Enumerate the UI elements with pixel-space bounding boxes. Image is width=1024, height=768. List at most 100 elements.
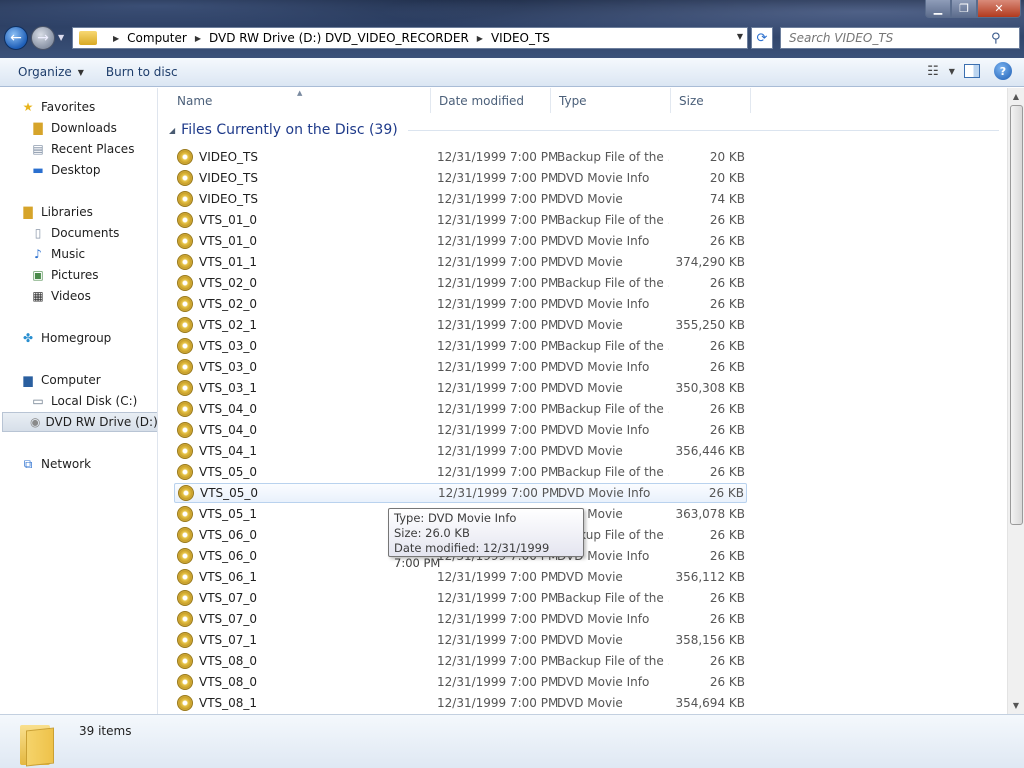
table-row[interactable]: VTS_02_1 12/31/1999 7:00 PM DVD Movie 355,2… xyxy=(174,315,747,335)
file-type: DVD Movie Info xyxy=(557,612,650,626)
nav-music[interactable]: ♪ Music xyxy=(30,244,157,264)
table-row[interactable]: VTS_03_0 12/31/1999 7:00 PM DVD Movie Info… xyxy=(174,357,747,377)
scroll-up-icon[interactable]: ▲ xyxy=(1008,88,1024,105)
address-dropdown-icon[interactable]: ▼ xyxy=(737,32,743,41)
hard-disk-icon: ▭ xyxy=(32,394,44,408)
downloads-folder-icon: ▇ xyxy=(33,121,43,135)
breadcrumb-chevron-icon[interactable]: ▶ xyxy=(113,34,119,43)
nav-label: Computer xyxy=(41,373,101,387)
nav-videos[interactable]: ▦ Videos xyxy=(30,286,157,306)
nav-pictures[interactable]: ▣ Pictures xyxy=(30,265,157,285)
table-row[interactable]: VIDEO_TS 12/31/1999 7:00 PM DVD Movie Info… xyxy=(174,168,747,188)
breadcrumb-computer[interactable]: Computer xyxy=(127,31,187,45)
nav-computer[interactable]: ▆ Computer xyxy=(20,370,157,390)
burn-to-disc-button[interactable]: Burn to disc xyxy=(97,65,187,79)
dvd-file-icon xyxy=(177,338,193,354)
dvd-file-icon xyxy=(177,233,193,249)
table-row[interactable]: VTS_03_1 12/31/1999 7:00 PM DVD Movie 350,3… xyxy=(174,378,747,398)
collapse-group-icon[interactable]: ◢ xyxy=(169,126,175,135)
nav-local-disk[interactable]: ▭ Local Disk (C:) xyxy=(30,391,157,411)
table-row[interactable]: VTS_01_0 12/31/1999 7:00 PM Backup File of… xyxy=(174,210,747,230)
address-bar[interactable]: ▶ Computer ▶ DVD RW Drive (D:) DVD_VIDEO… xyxy=(72,27,748,49)
file-group-header[interactable]: ◢ Files Currently on the Disc (39) xyxy=(169,122,999,138)
file-name: VIDEO_TS xyxy=(199,150,258,164)
close-button[interactable]: ✕ xyxy=(977,0,1021,18)
table-row[interactable]: VTS_02_0 12/31/1999 7:00 PM DVD Movie Info… xyxy=(174,294,747,314)
scroll-down-icon[interactable]: ▼ xyxy=(1008,697,1024,714)
table-row[interactable]: VIDEO_TS 12/31/1999 7:00 PM Backup File of… xyxy=(174,147,747,167)
scroll-thumb[interactable] xyxy=(1010,105,1023,525)
breadcrumb-video-ts[interactable]: VIDEO_TS xyxy=(491,31,550,45)
documents-icon: ▯ xyxy=(34,226,42,240)
organize-button[interactable]: Organize ▼ xyxy=(9,65,93,79)
column-type[interactable]: Type xyxy=(551,88,671,113)
nav-network[interactable]: ⧉ Network xyxy=(20,454,157,474)
file-date: 12/31/1999 7:00 PM xyxy=(437,381,559,395)
burn-label: Burn to disc xyxy=(105,65,178,79)
search-input[interactable] xyxy=(781,31,991,45)
table-row[interactable]: VTS_01_0 12/31/1999 7:00 PM DVD Movie Info… xyxy=(174,231,747,251)
help-icon[interactable]: ? xyxy=(994,62,1012,80)
table-row[interactable]: VTS_08_0 12/31/1999 7:00 PM DVD Movie Info… xyxy=(174,672,747,692)
search-icon[interactable]: ⚲ xyxy=(991,31,1001,46)
column-size[interactable]: Size xyxy=(671,88,751,113)
breadcrumb-dvd-drive[interactable]: DVD RW Drive (D:) DVD_VIDEO_RECORDER xyxy=(209,31,469,45)
breadcrumb: ▶ Computer ▶ DVD RW Drive (D:) DVD_VIDEO… xyxy=(105,31,550,45)
view-options-icon[interactable]: ☷ ▼ xyxy=(927,62,955,80)
file-date: 12/31/1999 7:00 PM xyxy=(437,570,559,584)
back-button[interactable]: ← xyxy=(4,26,28,50)
table-row[interactable]: VTS_08_1 12/31/1999 7:00 PM DVD Movie 354,6… xyxy=(174,693,747,713)
file-tooltip: Type: DVD Movie Info Size: 26.0 KB Date … xyxy=(388,508,584,570)
nav-desktop[interactable]: ▬ Desktop xyxy=(30,160,157,180)
table-row[interactable]: VTS_01_1 12/31/1999 7:00 PM DVD Movie 374,2… xyxy=(174,252,747,272)
file-date: 12/31/1999 7:00 PM xyxy=(437,192,559,206)
file-name: VTS_03_0 xyxy=(199,339,258,353)
table-row[interactable]: VTS_02_0 12/31/1999 7:00 PM Backup File of… xyxy=(174,273,747,293)
file-name: VTS_01_1 xyxy=(199,255,258,269)
table-row[interactable]: VTS_07_1 12/31/1999 7:00 PM DVD Movie 358,1… xyxy=(174,630,747,650)
vertical-scrollbar[interactable]: ▲ ▼ xyxy=(1007,88,1024,714)
forward-button[interactable]: → xyxy=(31,26,55,50)
nav-dvd-drive[interactable]: ◉ DVD RW Drive (D:) D xyxy=(2,412,157,432)
table-row[interactable]: VTS_04_1 12/31/1999 7:00 PM DVD Movie 356,4… xyxy=(174,441,747,461)
minimize-button[interactable]: ▁ xyxy=(925,0,951,18)
table-row[interactable]: VTS_04_0 12/31/1999 7:00 PM Backup File of… xyxy=(174,399,747,419)
breadcrumb-chevron-icon[interactable]: ▶ xyxy=(477,34,483,43)
file-type: Backup File of the ... xyxy=(557,150,669,164)
table-row[interactable]: VTS_08_0 12/31/1999 7:00 PM Backup File of… xyxy=(174,651,747,671)
nav-recent-places[interactable]: ▤ Recent Places xyxy=(30,139,157,159)
nav-favorites[interactable]: ★ Favorites xyxy=(20,97,157,117)
breadcrumb-chevron-icon[interactable]: ▶ xyxy=(195,34,201,43)
table-row[interactable]: VTS_05_0 12/31/1999 7:00 PM DVD Movie Info… xyxy=(174,483,747,503)
videos-icon: ▦ xyxy=(32,289,44,303)
sort-ascending-icon: ▲ xyxy=(297,89,303,97)
dvd-file-icon xyxy=(177,632,193,648)
nav-downloads[interactable]: ▇ Downloads xyxy=(30,118,157,138)
file-size: 20 KB xyxy=(709,150,745,164)
nav-libraries[interactable]: ▇ Libraries xyxy=(20,202,157,222)
refresh-button[interactable]: ⟳ xyxy=(751,27,773,49)
maximize-button[interactable]: ❐ xyxy=(951,0,977,18)
nav-documents[interactable]: ▯ Documents xyxy=(30,223,157,243)
preview-pane-icon[interactable] xyxy=(964,64,980,78)
pictures-icon: ▣ xyxy=(32,268,44,282)
file-name: VTS_04_0 xyxy=(199,423,258,437)
dvd-file-icon xyxy=(177,653,193,669)
file-type: DVD Movie xyxy=(557,696,623,710)
nav-homegroup[interactable]: ✤ Homegroup xyxy=(20,328,157,348)
table-row[interactable]: VTS_05_0 12/31/1999 7:00 PM Backup File of… xyxy=(174,462,747,482)
table-row[interactable]: VTS_07_0 12/31/1999 7:00 PM DVD Movie Info… xyxy=(174,609,747,629)
tooltip-type: Type: DVD Movie Info xyxy=(394,511,517,525)
star-icon: ★ xyxy=(22,100,34,114)
nav-label: Pictures xyxy=(51,268,99,282)
table-row[interactable]: VIDEO_TS 12/31/1999 7:00 PM DVD Movie 74 KB xyxy=(174,189,747,209)
table-row[interactable]: VTS_03_0 12/31/1999 7:00 PM Backup File of… xyxy=(174,336,747,356)
table-row[interactable]: VTS_04_0 12/31/1999 7:00 PM DVD Movie Info… xyxy=(174,420,747,440)
recent-pages-dropdown[interactable]: ▼ xyxy=(58,33,64,42)
file-type: DVD Movie Info xyxy=(557,360,650,374)
file-date: 12/31/1999 7:00 PM xyxy=(437,654,559,668)
network-icon: ⧉ xyxy=(23,456,33,471)
recent-places-icon: ▤ xyxy=(32,142,44,156)
column-date-modified[interactable]: Date modified xyxy=(431,88,551,113)
table-row[interactable]: VTS_07_0 12/31/1999 7:00 PM Backup File of… xyxy=(174,588,747,608)
